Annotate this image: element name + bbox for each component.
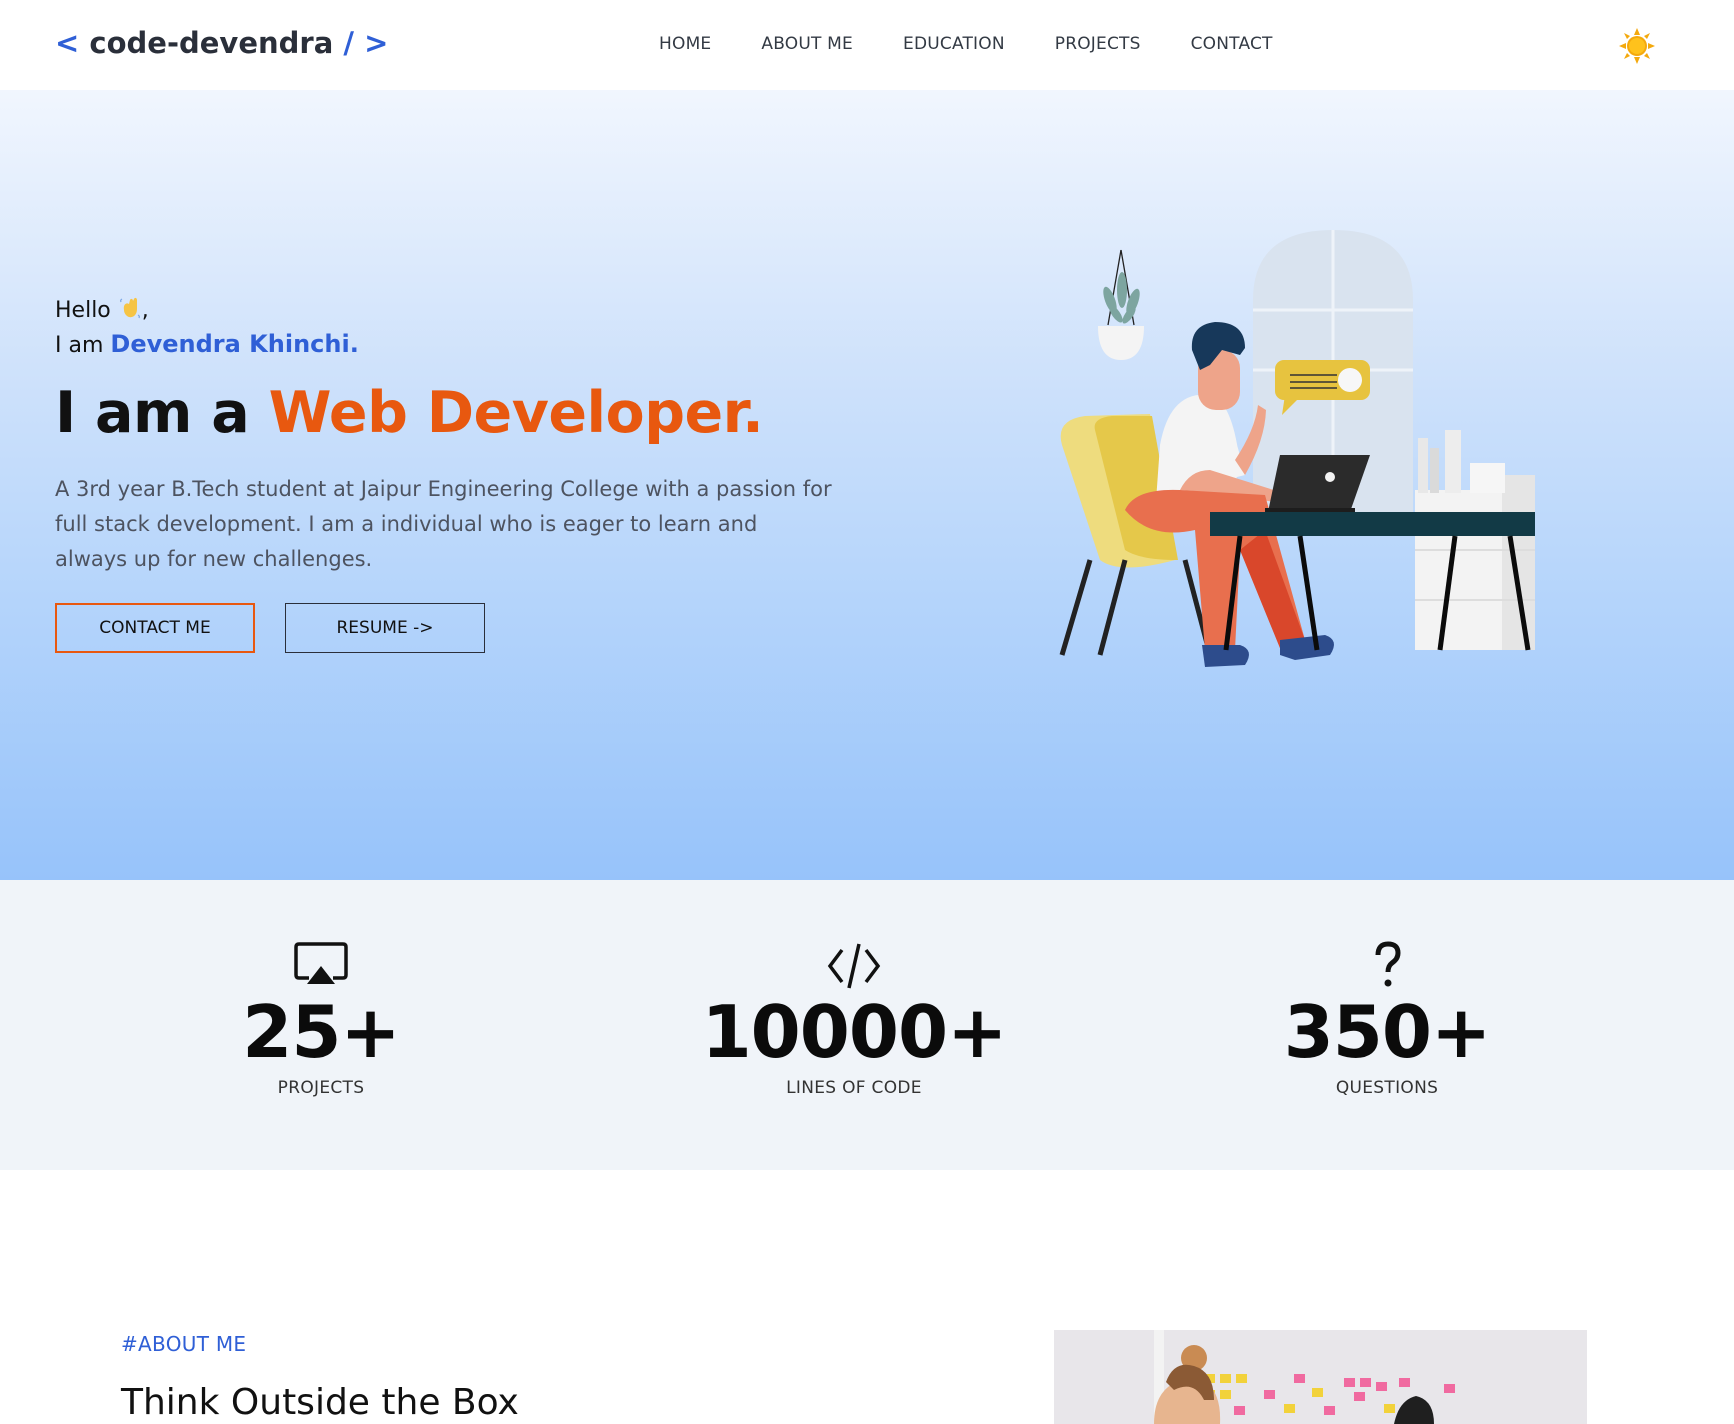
about-title: Think Outside the Box [121,1382,519,1423]
nav-about-me[interactable]: ABOUT ME [761,34,853,54]
stat-questions: 350+ QUESTIONS [1187,940,1587,1098]
stats-section: 25+ PROJECTS 10000+ LINES OF CODE 350+ Q… [0,880,1734,1170]
stat-questions-value: 350+ [1283,990,1492,1074]
hero-name: Devendra Khinchi. [110,330,359,358]
about-tag: #ABOUT ME [121,1332,247,1356]
hero-intro: I am Devendra Khinchi. [55,330,359,358]
waving-hand-icon [118,296,142,319]
stat-lines-label: LINES OF CODE [786,1078,922,1098]
hero-greeting: Hello , [55,296,149,323]
contact-me-button[interactable]: CONTACT ME [55,603,255,653]
sun-icon[interactable] [1619,28,1655,64]
logo-text: code-devendra [89,26,334,60]
hero-headline: I am a Web Developer. [55,380,764,446]
question-icon [1375,941,1401,987]
site-logo[interactable]: < code-devendra / > [55,26,388,60]
nav-projects[interactable]: PROJECTS [1055,34,1141,54]
stat-projects: 25+ PROJECTS [121,940,521,1098]
stat-projects-value: 25+ [242,990,401,1074]
hero-description: A 3rd year B.Tech student at Jaipur Engi… [55,477,832,571]
top-navbar: < code-devendra / > HOME ABOUT ME EDUCAT… [0,0,1734,90]
nav-education[interactable]: EDUCATION [903,34,1005,54]
resume-button[interactable]: RESUME -> [285,603,485,653]
nav-menu: HOME ABOUT ME EDUCATION PROJECTS CONTACT [659,34,1273,54]
team-sticky-notes-photo [1054,1330,1587,1424]
stat-lines-of-code: 10000+ LINES OF CODE [654,940,1054,1098]
code-icon [827,943,881,989]
stat-questions-label: QUESTIONS [1335,1078,1439,1098]
hello-comma: , [141,298,149,323]
stat-projects-label: PROJECTS [277,1078,365,1098]
hero-section: Hello , I am Devendra Khinchi. I am a We… [0,90,1734,880]
cast-screen-icon [294,942,348,984]
headline-role: Web Developer. [268,380,764,446]
logo-close-bracket: / > [343,26,389,60]
headline-prefix: I am a [55,380,250,446]
about-section: #ABOUT ME Think Outside the Box [0,1170,1734,1424]
stat-lines-value: 10000+ [701,990,1008,1074]
iam-text: I am [55,333,104,358]
hello-text: Hello [55,298,111,323]
developer-at-desk-illustration [1059,230,1535,667]
nav-home[interactable]: HOME [659,34,711,54]
logo-open-bracket: < [55,26,80,60]
nav-contact[interactable]: CONTACT [1191,34,1273,54]
